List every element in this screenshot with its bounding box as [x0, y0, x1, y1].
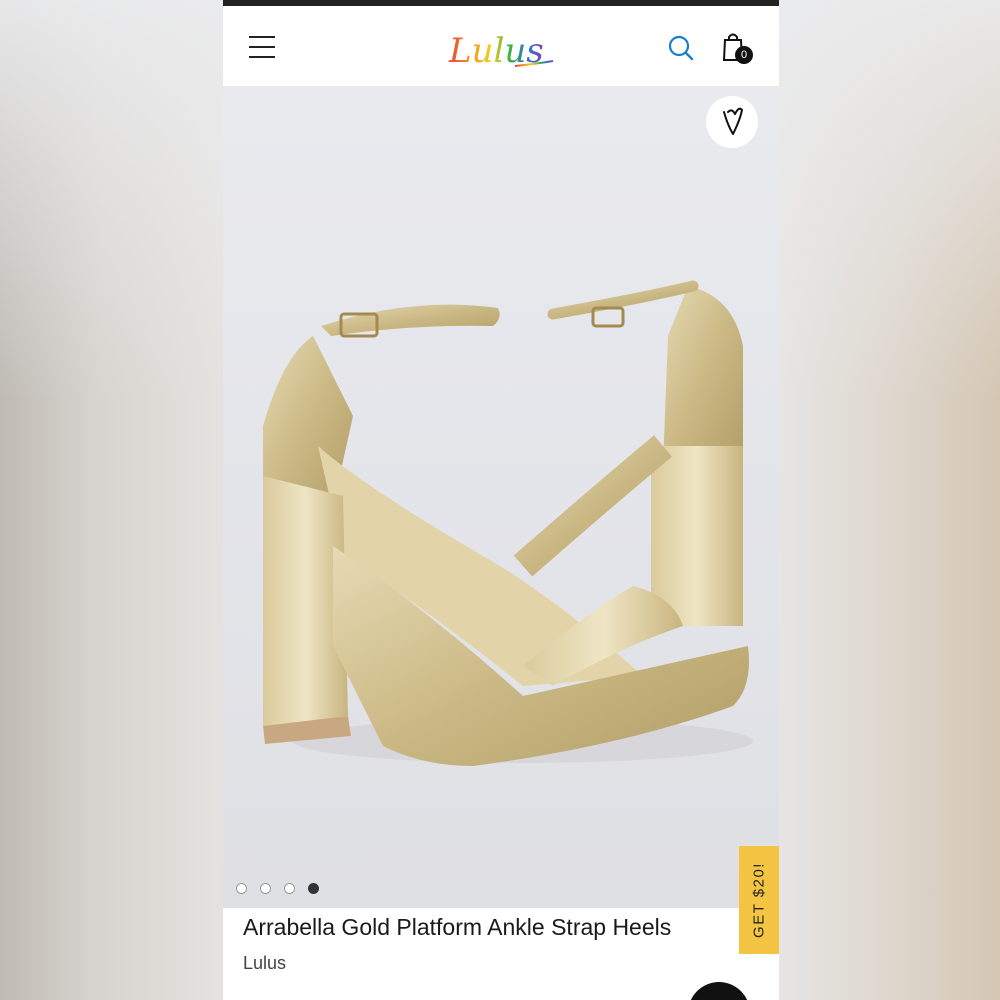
search-icon[interactable] — [667, 34, 695, 62]
cart-button[interactable]: 0 — [721, 30, 761, 70]
product-title: Arrabella Gold Platform Ankle Strap Heel… — [243, 914, 672, 940]
favorite-button[interactable] — [706, 96, 758, 148]
cart-count-badge: 0 — [735, 46, 753, 64]
carousel-dot-2[interactable] — [260, 883, 271, 894]
carousel-dot-4-active[interactable] — [308, 883, 319, 894]
promo-label: GET $20! — [750, 862, 768, 938]
mobile-screen: Lulus 0 GET $20! Arrabella Gold Platform… — [223, 0, 779, 1000]
product-photo-heels — [263, 280, 753, 766]
lulus-logo[interactable]: Lulus — [445, 20, 555, 76]
product-image[interactable] — [223, 86, 779, 908]
carousel-dot-3[interactable] — [284, 883, 295, 894]
site-header: Lulus 0 — [223, 6, 779, 86]
hamburger-line — [249, 56, 275, 58]
hamburger-line — [249, 46, 275, 48]
menu-button[interactable] — [249, 36, 275, 58]
product-brand[interactable]: Lulus — [243, 953, 286, 974]
chat-button[interactable] — [688, 982, 750, 1000]
promo-tab[interactable]: GET $20! — [739, 846, 779, 954]
carousel-dot-1[interactable] — [236, 883, 247, 894]
heart-icon — [723, 107, 743, 135]
hamburger-line — [249, 36, 275, 38]
